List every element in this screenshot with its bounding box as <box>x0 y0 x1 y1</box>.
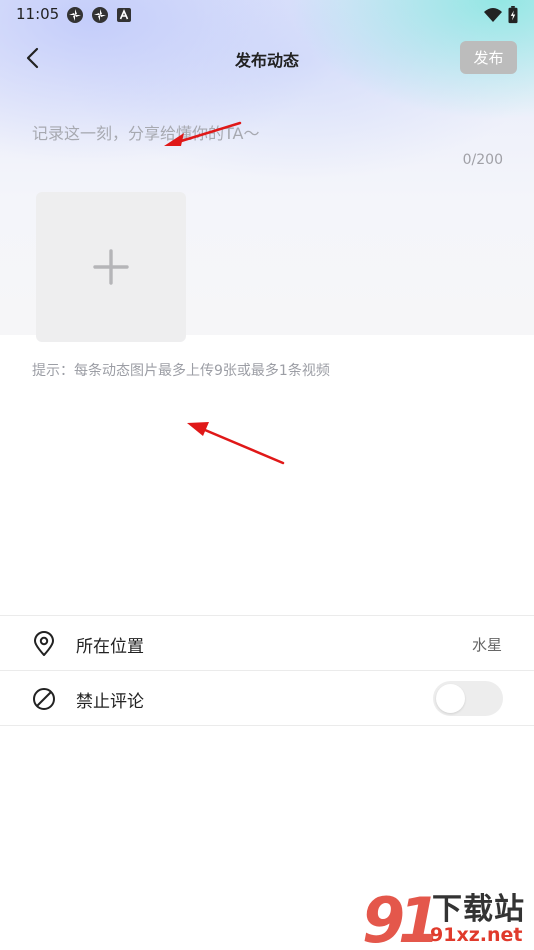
annotation-arrow-icon <box>164 121 242 146</box>
app-notification-icon <box>67 7 83 23</box>
status-bar: 11:05 <box>0 0 534 30</box>
page-title: 发布动态 <box>234 51 299 70</box>
publish-button[interactable]: 发布 <box>460 41 517 74</box>
plus-icon <box>93 249 129 285</box>
prohibited-icon <box>33 688 55 710</box>
navigation-bar: 发布动态 发布 <box>0 36 534 80</box>
location-label: 所在位置 <box>76 637 144 657</box>
status-time: 11:05 <box>16 5 60 23</box>
character-counter: 0/200 <box>462 152 503 168</box>
font-app-icon <box>117 8 131 22</box>
toggle-knob <box>436 684 465 713</box>
location-row[interactable]: 所在位置 水星 <box>0 616 534 671</box>
battery-charging-icon <box>508 6 518 24</box>
disable-comments-toggle[interactable] <box>433 681 503 716</box>
post-content-input[interactable] <box>32 118 502 148</box>
add-media-button[interactable] <box>36 192 186 342</box>
wifi-icon <box>484 8 502 22</box>
watermark-brand: 下载站 <box>432 892 525 927</box>
divider <box>0 725 534 726</box>
annotation-arrow-icon <box>187 422 285 465</box>
location-pin-icon <box>34 631 54 656</box>
location-value: 水星 <box>471 636 502 654</box>
disable-comments-label: 禁止评论 <box>76 692 144 712</box>
upload-hint: 提示：每条动态图片最多上传9张或最多1条视频 <box>32 363 330 379</box>
watermark-logo: 9 1 下载站 91xz.net <box>362 880 534 950</box>
app-notification-icon <box>92 7 108 23</box>
disable-comments-row: 禁止评论 <box>0 671 534 726</box>
watermark-domain: 91xz.net <box>430 924 523 946</box>
